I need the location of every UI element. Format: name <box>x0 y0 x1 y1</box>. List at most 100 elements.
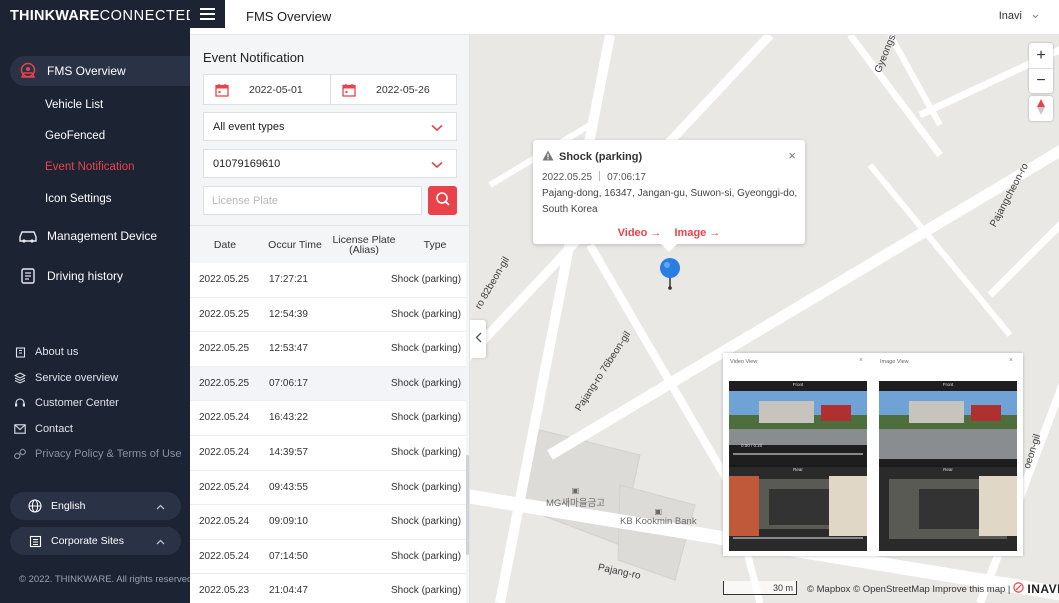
search-button[interactable] <box>428 186 457 215</box>
close-icon[interactable]: × <box>859 357 863 364</box>
bank-icon: ▣ <box>654 507 663 516</box>
cell-time: 09:43:55 <box>269 481 308 493</box>
footer-link-label: Service overview <box>35 372 119 384</box>
cell-type: Shock (parking) <box>391 550 462 562</box>
footer-link-about[interactable]: About us <box>14 346 78 358</box>
compass-button[interactable] <box>1029 96 1053 121</box>
footer-link-label: Customer Center <box>35 397 119 409</box>
column-header-type[interactable]: Type <box>405 226 465 264</box>
license-plate-input[interactable] <box>203 186 422 215</box>
cell-time: 12:54:39 <box>269 308 308 320</box>
map-view[interactable]: Gyeongsu Pajangcheon-ro ro 82beon-gil Pa… <box>470 35 1059 603</box>
zoom-in-button[interactable]: + <box>1029 43 1053 68</box>
sidebar-sub-vehicle-list[interactable]: Vehicle List <box>45 99 103 111</box>
video-view-title: Video View <box>730 359 758 365</box>
corporate-sites-selector[interactable]: Corporate Sites <box>10 527 181 555</box>
top-bar: FMS Overview Inavi <box>190 0 1059 35</box>
image-link[interactable]: Image → <box>675 227 721 239</box>
sidebar-item-fms-overview[interactable]: FMS Overview <box>0 60 126 82</box>
column-header-date[interactable]: Date <box>196 226 254 264</box>
history-icon <box>17 267 39 285</box>
inavi-logo: INAVI <box>1027 582 1059 596</box>
map-scale: 30 m <box>723 581 797 595</box>
cell-type: Shock (parking) <box>391 585 462 597</box>
popup-datetime: 2022.05.25 07:06:17 <box>542 171 646 183</box>
hamburger-line <box>200 13 215 15</box>
table-row[interactable]: 2022.05.25 07:06:17 Shock (parking) <box>190 366 466 402</box>
cell-type: Shock (parking) <box>391 446 462 458</box>
footer-link-contact[interactable]: Contact <box>14 423 73 435</box>
date-from-field[interactable]: 2022-05-01 <box>204 75 330 104</box>
date-from-value: 2022-05-01 <box>249 84 303 96</box>
cell-date: 2022.05.24 <box>199 446 250 458</box>
event-table: Date Occur Time License Plate (Alias) Ty… <box>190 225 469 603</box>
chevron-down-icon <box>431 123 443 135</box>
language-selector[interactable]: English <box>10 492 181 520</box>
collapse-panel-button[interactable] <box>470 320 486 358</box>
poi-kb-bank[interactable]: ▣ KB Kookmin Bank <box>620 507 697 528</box>
location-pin-icon[interactable] <box>658 258 682 293</box>
zoom-out-button[interactable]: − <box>1029 68 1053 93</box>
table-row[interactable]: 2022.05.24 16:43:22 Shock (parking) <box>190 401 466 436</box>
column-header-plate[interactable]: License Plate (Alias) <box>330 226 398 264</box>
date-to-field[interactable]: 2022-05-26 <box>330 75 456 104</box>
table-row[interactable]: 2022.05.25 12:53:47 Shock (parking) <box>190 332 466 367</box>
popup-date: 2022.05.25 <box>542 172 593 183</box>
video-view-panel: Video View × Front Rear 0:00 / 0:20 <box>723 353 873 556</box>
table-row[interactable]: 2022.05.24 07:14:50 Shock (parking) <box>190 539 466 575</box>
front-label: Front <box>792 382 804 387</box>
footer-link-customer-center[interactable]: Customer Center <box>14 397 119 409</box>
sidebar-item-driving-history[interactable]: Driving history <box>0 265 123 287</box>
zoom-control: + − <box>1029 43 1053 93</box>
sidebar-item-label: Driving history <box>47 269 124 283</box>
cell-type: Shock (parking) <box>391 343 462 355</box>
sidebar: THINKWARECONNECTED FMS Overview Vehicle … <box>0 0 196 603</box>
sidebar-item-management-device[interactable]: Management Device <box>0 225 157 247</box>
cell-type: Shock (parking) <box>391 516 462 528</box>
table-scrollbar[interactable] <box>466 455 469 555</box>
user-menu[interactable]: Inavi <box>999 10 1039 22</box>
globe-icon <box>28 499 42 513</box>
map-attribution: © Mapbox © OpenStreetMap Improve this ma… <box>807 582 1059 596</box>
poi-mg-bank[interactable]: ▣ MG새마을금고 <box>546 487 606 510</box>
table-row[interactable]: 2022.05.24 09:09:10 Shock (parking) <box>190 505 466 540</box>
video-link[interactable]: Video → <box>618 227 662 239</box>
popup-title: Shock (parking) <box>542 150 642 164</box>
footer-link-service[interactable]: Service overview <box>14 372 118 384</box>
table-body: 2022.05.25 17:27:21 Shock (parking) 2022.05… <box>190 263 466 603</box>
poi-label: MG새마을금고 <box>546 498 606 509</box>
table-row[interactable]: 2022.05.24 14:39:57 Shock (parking) <box>190 435 466 471</box>
rear-label: Rear <box>793 467 803 472</box>
table-row[interactable]: 2022.05.25 17:27:21 Shock (parking) <box>190 263 466 298</box>
event-type-select[interactable]: All event types <box>203 112 457 141</box>
user-name: Inavi <box>998 10 1022 22</box>
footer-link-label: Contact <box>35 423 73 435</box>
video-frame[interactable]: Front Rear 0:00 / 0:20 <box>729 381 867 551</box>
close-icon[interactable]: × <box>1009 357 1013 364</box>
attribution-text[interactable]: © Mapbox © OpenStreetMap Improve this ma… <box>807 584 1010 595</box>
table-row[interactable]: 2022.05.24 09:43:55 Shock (parking) <box>190 470 466 506</box>
event-type-value: All event types <box>213 120 285 133</box>
cell-date: 2022.05.24 <box>199 550 250 562</box>
hamburger-line <box>200 8 215 10</box>
footer-link-privacy[interactable]: Privacy Policy & Terms of Use <box>14 448 182 460</box>
column-header-time[interactable]: Occur Time <box>262 226 328 264</box>
link-icon <box>14 448 26 460</box>
popup-close-button[interactable]: × <box>788 148 796 163</box>
car-icon <box>17 227 39 245</box>
cell-date: 2022.05.25 <box>199 274 250 285</box>
brand-logo[interactable]: THINKWARECONNECTED <box>10 8 197 24</box>
sidebar-sub-icon-settings[interactable]: Icon Settings <box>45 193 111 205</box>
table-row[interactable]: 2022.05.25 12:54:39 Shock (parking) <box>190 297 466 333</box>
cell-date: 2022.05.23 <box>199 585 250 597</box>
image-frame[interactable]: Front Rear <box>879 381 1017 551</box>
sidebar-sub-geofenced[interactable]: GeoFenced <box>45 130 105 142</box>
dashcam-video-image <box>729 381 867 551</box>
popup-title-text: Shock (parking) <box>559 151 643 163</box>
sidebar-sub-event-notification[interactable]: Event Notification <box>45 161 135 173</box>
mail-icon <box>14 423 26 435</box>
table-row[interactable]: 2022.05.23 21:04:47 Shock (parking) <box>190 574 466 603</box>
cell-date: 2022.05.24 <box>199 516 250 528</box>
menu-toggle-button[interactable] <box>190 0 225 28</box>
device-select[interactable]: 01079169610 <box>203 149 457 178</box>
